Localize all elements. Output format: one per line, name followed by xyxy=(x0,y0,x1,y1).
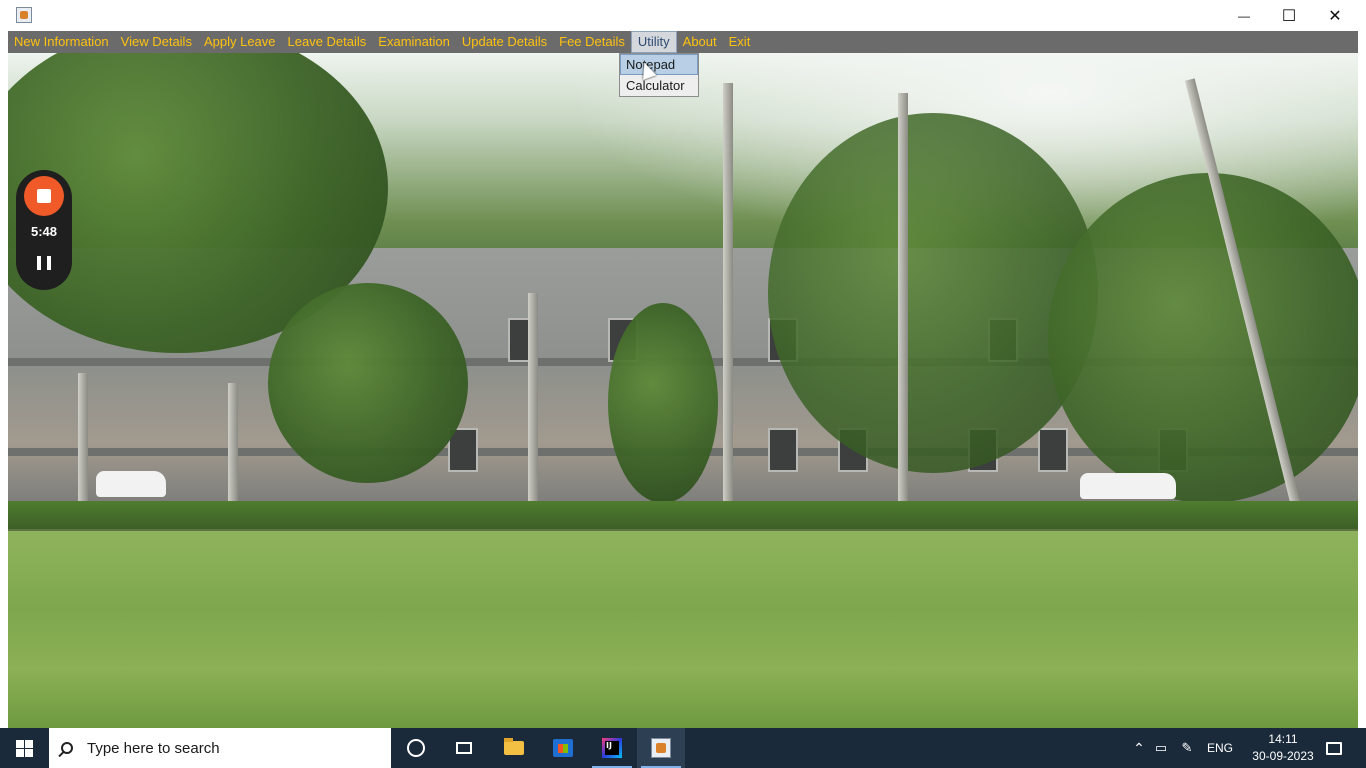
menu-examination[interactable]: Examination xyxy=(372,31,456,53)
search-icon xyxy=(61,742,73,754)
menu-exit[interactable]: Exit xyxy=(723,31,757,53)
cortana-icon xyxy=(407,739,425,757)
intellij-icon xyxy=(602,738,622,758)
windows-icon xyxy=(15,739,33,757)
cortana-button[interactable] xyxy=(392,728,440,768)
tree-center xyxy=(608,303,718,503)
clock-date: 30-09-2023 xyxy=(1252,749,1314,763)
system-tray: ⌃ ▭ ✎ ENG xyxy=(1130,728,1240,768)
close-icon: ✕ xyxy=(1328,7,1342,25)
taskbar: Type here to search ⌃ ▭ ✎ ENG 14:11 30-0… xyxy=(0,728,1366,768)
language-indicator[interactable]: ENG xyxy=(1200,741,1240,755)
pen-icon[interactable]: ✎ xyxy=(1174,740,1200,756)
menu-bar: New Information View Details Apply Leave… xyxy=(8,31,1358,54)
tree-right xyxy=(768,113,1098,473)
menu-item-notepad[interactable]: Notepad xyxy=(620,54,698,75)
notification-icon xyxy=(1326,741,1342,755)
java-app-taskbar-button[interactable] xyxy=(637,728,685,768)
menu-item-calculator[interactable]: Calculator xyxy=(620,75,698,96)
recording-time: 5:48 xyxy=(30,224,58,239)
menu-view-details[interactable]: View Details xyxy=(115,31,198,53)
store-icon xyxy=(553,739,573,757)
menu-leave-details[interactable]: Leave Details xyxy=(282,31,373,53)
menu-update-details[interactable]: Update Details xyxy=(456,31,553,53)
menu-about[interactable]: About xyxy=(677,31,723,53)
tree-far-right xyxy=(1048,173,1358,503)
chevron-up-icon[interactable]: ⌃ xyxy=(1130,740,1148,757)
close-button[interactable]: ✕ xyxy=(1312,0,1358,31)
intellij-idea-button[interactable] xyxy=(588,728,636,768)
minimize-icon: — xyxy=(1238,8,1250,23)
menu-utility[interactable]: Utility xyxy=(630,31,677,53)
folder-icon xyxy=(504,738,524,755)
tree-middle-left xyxy=(268,283,468,483)
clock-time: 14:11 xyxy=(1268,732,1298,746)
java-icon xyxy=(651,738,671,758)
pause-icon xyxy=(37,256,41,270)
file-explorer-button[interactable] xyxy=(490,728,538,768)
utility-dropdown-menu: Notepad Calculator xyxy=(619,53,699,97)
taskbar-search-box[interactable]: Type here to search xyxy=(49,728,391,768)
menu-new-information[interactable]: New Information xyxy=(8,31,115,53)
lawn xyxy=(8,531,1358,728)
java-app-icon xyxy=(16,7,32,23)
parked-car xyxy=(1080,473,1176,499)
stop-icon xyxy=(37,189,51,203)
task-view-button[interactable] xyxy=(440,728,488,768)
search-placeholder: Type here to search xyxy=(87,739,220,757)
app-window: — ☐ ✕ New Information View Details Apply… xyxy=(0,0,1366,728)
minimize-button[interactable]: — xyxy=(1221,0,1267,31)
parked-car xyxy=(96,471,166,497)
taskbar-clock[interactable]: 14:11 30-09-2023 xyxy=(1246,731,1320,765)
menu-apply-leave[interactable]: Apply Leave xyxy=(198,31,282,53)
title-bar[interactable]: — ☐ ✕ xyxy=(0,0,1366,31)
stop-recording-button[interactable] xyxy=(24,176,64,216)
action-center-button[interactable] xyxy=(1318,728,1350,768)
menu-fee-details[interactable]: Fee Details xyxy=(553,31,631,53)
screen-recorder-widget: 5:48 xyxy=(16,170,72,290)
start-button[interactable] xyxy=(0,728,48,768)
pause-recording-button[interactable] xyxy=(37,256,51,270)
hedge xyxy=(8,501,1358,529)
campus-background-image xyxy=(8,53,1358,728)
battery-icon[interactable]: ▭ xyxy=(1148,740,1174,756)
maximize-button[interactable]: ☐ xyxy=(1266,0,1312,31)
microsoft-store-button[interactable] xyxy=(539,728,587,768)
task-view-icon xyxy=(456,742,472,754)
maximize-icon: ☐ xyxy=(1281,7,1297,25)
